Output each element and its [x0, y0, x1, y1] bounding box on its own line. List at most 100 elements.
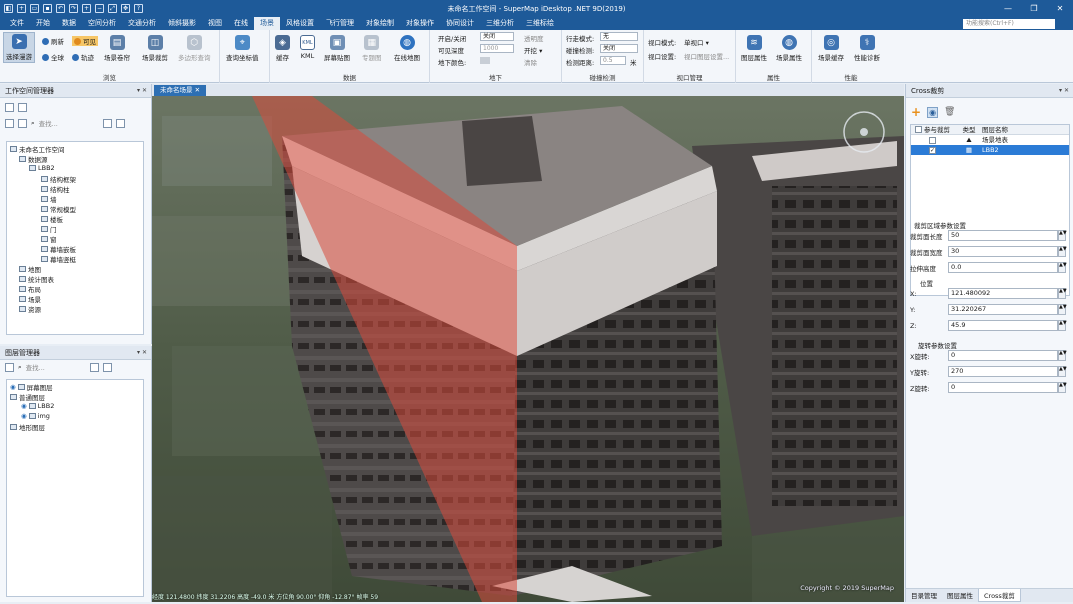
cache-button[interactable]: ◈ 缓存	[275, 35, 290, 62]
up-arrow-icon[interactable]	[89, 362, 99, 372]
select-roam-button[interactable]: ➤ 选择漫游	[3, 32, 35, 63]
menu-start[interactable]: 开始	[30, 17, 56, 30]
menu-spatial-analysis[interactable]: 空间分析	[82, 17, 122, 30]
tree-node[interactable]: 门	[41, 224, 57, 234]
clip-checkbox[interactable]	[929, 136, 936, 144]
menu-object-ops[interactable]: 对象操作	[400, 17, 440, 30]
collide-select[interactable]: 关闭	[600, 44, 638, 53]
scene-attr-button[interactable]: ◍ 场景属性	[776, 35, 802, 62]
rot-x-input[interactable]: 0	[948, 350, 1058, 361]
down-arrow-icon[interactable]	[115, 118, 125, 128]
up-arrow-icon[interactable]	[102, 118, 112, 128]
spinner[interactable]: ▲▼	[1058, 304, 1067, 315]
tree-node[interactable]: 地图	[19, 264, 41, 274]
spinner[interactable]: ▲▼	[1058, 382, 1067, 393]
underground-open-select[interactable]: 关闭	[480, 32, 514, 41]
viewport-mode-select[interactable]: 单视口 ▾	[684, 37, 709, 47]
tree-node[interactable]: 统计图表	[19, 274, 54, 284]
tree-node[interactable]: ◉ img	[21, 412, 50, 420]
zoom-in-icon[interactable]: +	[82, 4, 91, 13]
tree-node[interactable]: 场景	[19, 294, 41, 304]
menu-3d-plot[interactable]: 三维标绘	[520, 17, 560, 30]
tree-node[interactable]: ◉ LBB2	[21, 402, 54, 410]
extrude-input[interactable]: 0.0	[948, 262, 1058, 273]
walk-mode-select[interactable]: 无	[600, 32, 638, 41]
pos-z-input[interactable]: 45.9	[948, 320, 1058, 331]
spinner[interactable]: ▲▼	[1058, 320, 1067, 331]
layer-view-icon[interactable]	[5, 362, 14, 372]
menu-flight[interactable]: 飞行管理	[320, 17, 360, 30]
tab-untitled-scene[interactable]: 未命名场景 ✕	[154, 85, 207, 96]
kml-button[interactable]: KML KML	[300, 35, 315, 60]
down-arrow-icon[interactable]	[102, 362, 112, 372]
menu-traffic-analysis[interactable]: 交通分析	[122, 17, 162, 30]
tree-node[interactable]: 结构柱	[41, 184, 70, 194]
menu-style[interactable]: 风格设置	[280, 17, 320, 30]
scene-cache-button[interactable]: ◎ 场景缓存	[818, 35, 844, 62]
help-icon[interactable]: ?	[134, 4, 143, 13]
orbit-button[interactable]: 轨迹	[72, 52, 94, 62]
ground-color-picker[interactable]	[480, 57, 490, 64]
query-coord-button[interactable]: ⌖ 查询坐标值	[226, 35, 259, 62]
menu-draw[interactable]: 对象绘制	[360, 17, 400, 30]
visible-depth-input[interactable]: 1000	[480, 44, 514, 53]
rot-z-input[interactable]: 0	[948, 382, 1058, 393]
eye-toggle-icon[interactable]: ◉	[927, 106, 939, 118]
pane-pin-close-icon[interactable]: ▾ ✕	[1059, 84, 1069, 98]
visible-toggle[interactable]: 可见	[72, 36, 98, 46]
tree-node[interactable]: LBB2	[29, 164, 55, 172]
tab-catalog[interactable]: 目录管理	[906, 589, 942, 602]
minimize-button[interactable]: —	[995, 0, 1021, 17]
menu-view[interactable]: 视图	[202, 17, 228, 30]
pos-y-input[interactable]: 31.220267	[948, 304, 1058, 315]
online-map-button[interactable]: ◍ 在线地图	[394, 35, 420, 62]
scene-render[interactable]	[152, 96, 904, 602]
delete-icon[interactable]: 🗑	[944, 107, 955, 117]
polygon-query-button[interactable]: ⬡ 多边形查询	[178, 35, 211, 62]
close-button[interactable]: ✕	[1047, 0, 1073, 17]
tree-node[interactable]: 楼板	[41, 214, 63, 224]
globe-button[interactable]: 全球	[42, 52, 64, 62]
tree-node[interactable]: 窗	[41, 234, 57, 244]
pan-icon[interactable]: ✥	[121, 4, 130, 13]
tree-node[interactable]: 资源	[19, 304, 41, 314]
layer-attr-button[interactable]: ≋ 图层属性	[741, 35, 767, 62]
menu-data[interactable]: 数据	[56, 17, 82, 30]
layer-search-input[interactable]: 查找...	[26, 362, 86, 372]
spinner[interactable]: ▲▼	[1058, 262, 1067, 273]
spinner[interactable]: ▲▼	[1058, 366, 1067, 377]
spinner[interactable]: ▲▼	[1058, 230, 1067, 241]
menu-scene[interactable]: 场景	[254, 17, 280, 30]
scene-roll-button[interactable]: ▤ 场景卷帘	[104, 35, 130, 62]
function-search-input[interactable]: 功能搜索(Ctrl+F)	[963, 19, 1055, 29]
tree-node[interactable]: 幕墙竖梃	[41, 254, 76, 264]
maximize-button[interactable]: ❐	[1021, 0, 1047, 17]
tree-node[interactable]: 普通图层	[10, 392, 45, 402]
tree-node[interactable]: 布局	[19, 284, 41, 294]
new-icon[interactable]: +	[17, 4, 26, 13]
tree-node[interactable]: 常规模型	[41, 204, 76, 214]
open-workspace-icon[interactable]	[5, 102, 14, 112]
add-icon[interactable]: +	[911, 105, 921, 119]
clip-checkbox[interactable]: ✓	[929, 146, 936, 154]
scene-viewport[interactable]: 未命名场景 ✕ 经度 121.4800 纬度 31.2206 高度 -49.0 …	[152, 84, 904, 602]
undo-icon[interactable]: ↶	[56, 4, 65, 13]
filter-icon[interactable]	[18, 118, 27, 128]
pane-pin-close-icon[interactable]: ▾ ✕	[137, 346, 147, 360]
tab-layer-properties[interactable]: 图层属性	[942, 589, 978, 602]
dig-button[interactable]: 开挖 ▾	[524, 45, 542, 55]
full-extent-icon[interactable]: ⤢	[108, 4, 117, 13]
view-mode-icon[interactable]	[5, 118, 14, 128]
clip-length-input[interactable]: 50	[948, 230, 1058, 241]
scene-clip-button[interactable]: ◫ 场景裁剪	[142, 35, 168, 62]
table-row[interactable]: ✓ ▦ LBB2	[911, 145, 1069, 155]
thematic-map-button[interactable]: ▦ 专题图	[362, 35, 382, 62]
menu-file[interactable]: 文件	[4, 17, 30, 30]
refresh-button[interactable]: 刷新	[42, 36, 64, 46]
tree-node[interactable]: ◉ 屏幕图层	[10, 382, 53, 392]
select-all-checkbox[interactable]	[915, 126, 922, 133]
transparency-button[interactable]: 透明度	[524, 33, 544, 43]
menu-collab[interactable]: 协同设计	[440, 17, 480, 30]
new-workspace-icon[interactable]	[18, 102, 27, 112]
distance-input[interactable]: 0.5	[600, 56, 626, 65]
